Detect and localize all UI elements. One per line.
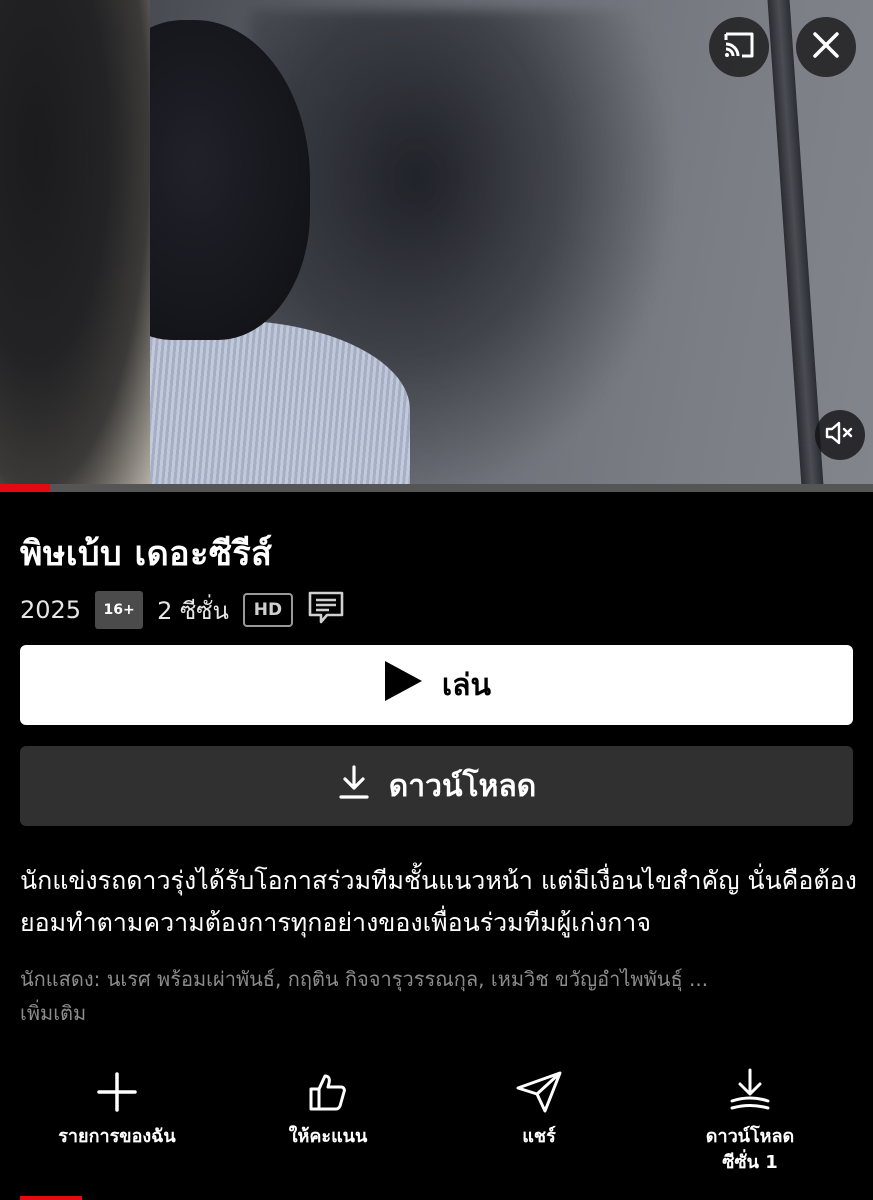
download-season-icon <box>728 1060 772 1124</box>
action-row: รายการของฉัน ให้คะแนน แชร์ ดาวน์โหลด ซีซ… <box>0 1060 873 1180</box>
share-label: แชร์ <box>522 1126 556 1147</box>
thumbs-up-icon <box>307 1060 349 1124</box>
mute-button[interactable] <box>815 410 865 460</box>
plus-icon <box>95 1060 139 1124</box>
play-icon <box>382 659 424 711</box>
release-year: 2025 <box>20 596 82 624</box>
play-button[interactable]: เล่น <box>20 645 853 725</box>
show-meta: 2025 16+ 2 ซีซั่น HD <box>20 590 345 630</box>
cast-info: นักแสดง: นเรศ พร้อมเผ่าพันธ์, กฤติน กิจจ… <box>20 962 860 1030</box>
rate-label: ให้คะแนน <box>288 1126 368 1147</box>
my-list-label: รายการของฉัน <box>58 1126 176 1147</box>
download-icon <box>337 764 371 808</box>
close-button[interactable] <box>796 17 856 77</box>
my-list-button[interactable]: รายการของฉัน <box>27 1060 207 1150</box>
share-button[interactable]: แชร์ <box>449 1060 629 1150</box>
video-progress-fill <box>0 484 50 492</box>
season-count: 2 ซีซั่น <box>157 596 229 625</box>
download-season-label: ดาวน์โหลด ซีซั่น 1 <box>706 1124 794 1176</box>
foreground-person <box>0 0 150 492</box>
hd-badge: HD <box>242 593 293 627</box>
close-icon <box>812 31 840 63</box>
maturity-rating-badge: 16+ <box>95 591 144 629</box>
cast-icon <box>722 30 756 64</box>
download-season-button[interactable]: ดาวน์โหลด ซีซั่น 1 <box>660 1060 840 1176</box>
play-label: เล่น <box>441 667 492 703</box>
download-label: ดาวน์โหลด <box>388 768 537 804</box>
show-title: พิษเบ้บ เดอะซีรีส์ <box>20 534 273 574</box>
subtitles-icon <box>307 590 345 630</box>
download-button[interactable]: ดาวน์โหลด <box>20 746 853 826</box>
more-link[interactable]: เพิ่มเติม <box>20 996 860 1030</box>
video-preview[interactable] <box>0 0 873 492</box>
volume-muted-icon <box>825 420 855 450</box>
rate-button[interactable]: ให้คะแนน <box>238 1060 418 1150</box>
cast-list: นักแสดง: นเรศ พร้อมเผ่าพันธ์, กฤติน กิจจ… <box>20 967 709 991</box>
send-icon <box>515 1060 563 1124</box>
synopsis: นักแข่งรถดาวรุ่งได้รับโอกาสร่วมทีมชั้นแน… <box>20 866 857 937</box>
download-season-label-line1: ดาวน์โหลด <box>705 1126 795 1147</box>
cast-button[interactable] <box>709 17 769 77</box>
video-progress-bar[interactable] <box>0 484 873 492</box>
bottom-progress-indicator <box>20 1196 82 1200</box>
download-season-label-line2: ซีซั่น 1 <box>722 1152 778 1173</box>
